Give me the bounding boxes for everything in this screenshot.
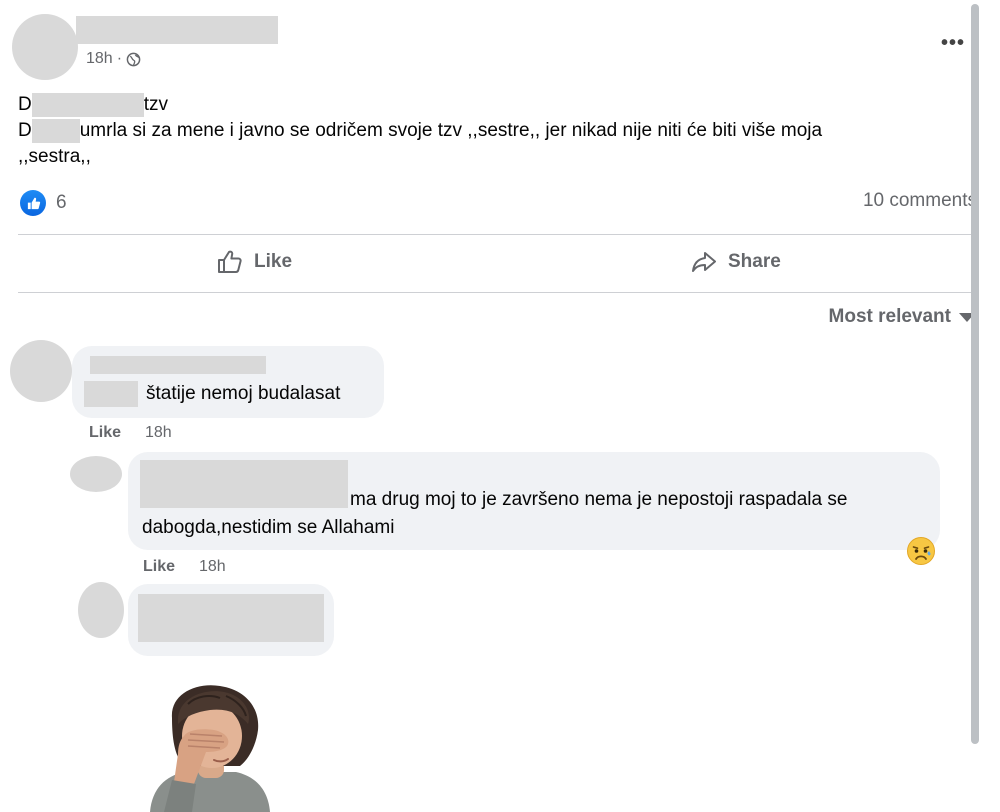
post-line-2: Dumrla si za mene i javno se odričem svo… — [18, 118, 958, 144]
share-button[interactable]: Share — [690, 248, 781, 276]
comment-sort-dropdown[interactable]: Most relevant — [829, 306, 975, 328]
redacted-name — [31, 92, 144, 117]
author-avatar[interactable] — [12, 14, 78, 80]
redacted-mention — [84, 381, 138, 407]
like-button[interactable]: Like — [216, 248, 292, 276]
reply-name-redacted[interactable] — [140, 460, 348, 508]
facepalm-sticker[interactable] — [144, 684, 276, 812]
reaction-summary[interactable]: 6 — [20, 190, 67, 216]
post-line-2-start: D — [18, 120, 32, 141]
globe-icon — [126, 52, 141, 66]
meta-separator: · — [116, 50, 123, 67]
author-name-redacted[interactable] — [76, 16, 278, 44]
share-arrow-icon — [692, 252, 716, 272]
post-line-1-start: D — [18, 94, 32, 115]
more-options-button[interactable]: ••• — [941, 32, 965, 55]
reply-time[interactable]: 18h — [199, 558, 226, 576]
like-button-label: Like — [254, 251, 293, 272]
reply-avatar[interactable] — [70, 456, 122, 492]
post-body: Dtzv Dumrla si za mene i javno se odriče… — [18, 92, 958, 170]
post-line-2-end: umrla si za mene i javno se odričem svoj… — [79, 120, 823, 141]
reply-text-line-1: ma drug moj to je završeno nema je nepos… — [350, 489, 848, 510]
reaction-count: 6 — [56, 192, 67, 213]
commenter-avatar[interactable] — [10, 340, 72, 402]
divider-top — [18, 234, 977, 235]
divider-bottom — [18, 292, 977, 293]
commenter-name-redacted[interactable] — [90, 356, 266, 374]
reply-like-button[interactable]: Like — [143, 558, 175, 576]
thumbs-up-icon — [218, 250, 242, 273]
sad-face-emoji-icon[interactable] — [906, 536, 936, 566]
comment-time[interactable]: 18h — [145, 424, 172, 442]
vertical-scrollbar[interactable] — [971, 4, 979, 744]
redacted-name — [31, 118, 80, 143]
share-button-label: Share — [728, 251, 781, 272]
like-reaction-icon — [20, 190, 46, 216]
reply-name-redacted-2[interactable] — [138, 594, 324, 642]
post-meta: 18h · — [86, 50, 141, 68]
comment-text: štatije nemoj budalasat — [146, 383, 341, 404]
reply-text-line-2: dabogda,nestidim se Allahami — [142, 517, 395, 538]
reply-avatar-2[interactable] — [78, 582, 124, 638]
sort-label: Most relevant — [828, 306, 951, 327]
facebook-post: 18h · ••• Dtzv Dumrla si za mene i javno… — [0, 0, 985, 812]
post-line-1: Dtzv — [18, 92, 958, 118]
comments-count-link[interactable]: 10 comments — [863, 190, 977, 212]
post-line-3: ,,sestra,, — [18, 146, 91, 167]
post-line-1-end: tzv — [143, 94, 169, 115]
comment-like-button[interactable]: Like — [89, 424, 121, 442]
post-time[interactable]: 18h — [86, 50, 113, 68]
